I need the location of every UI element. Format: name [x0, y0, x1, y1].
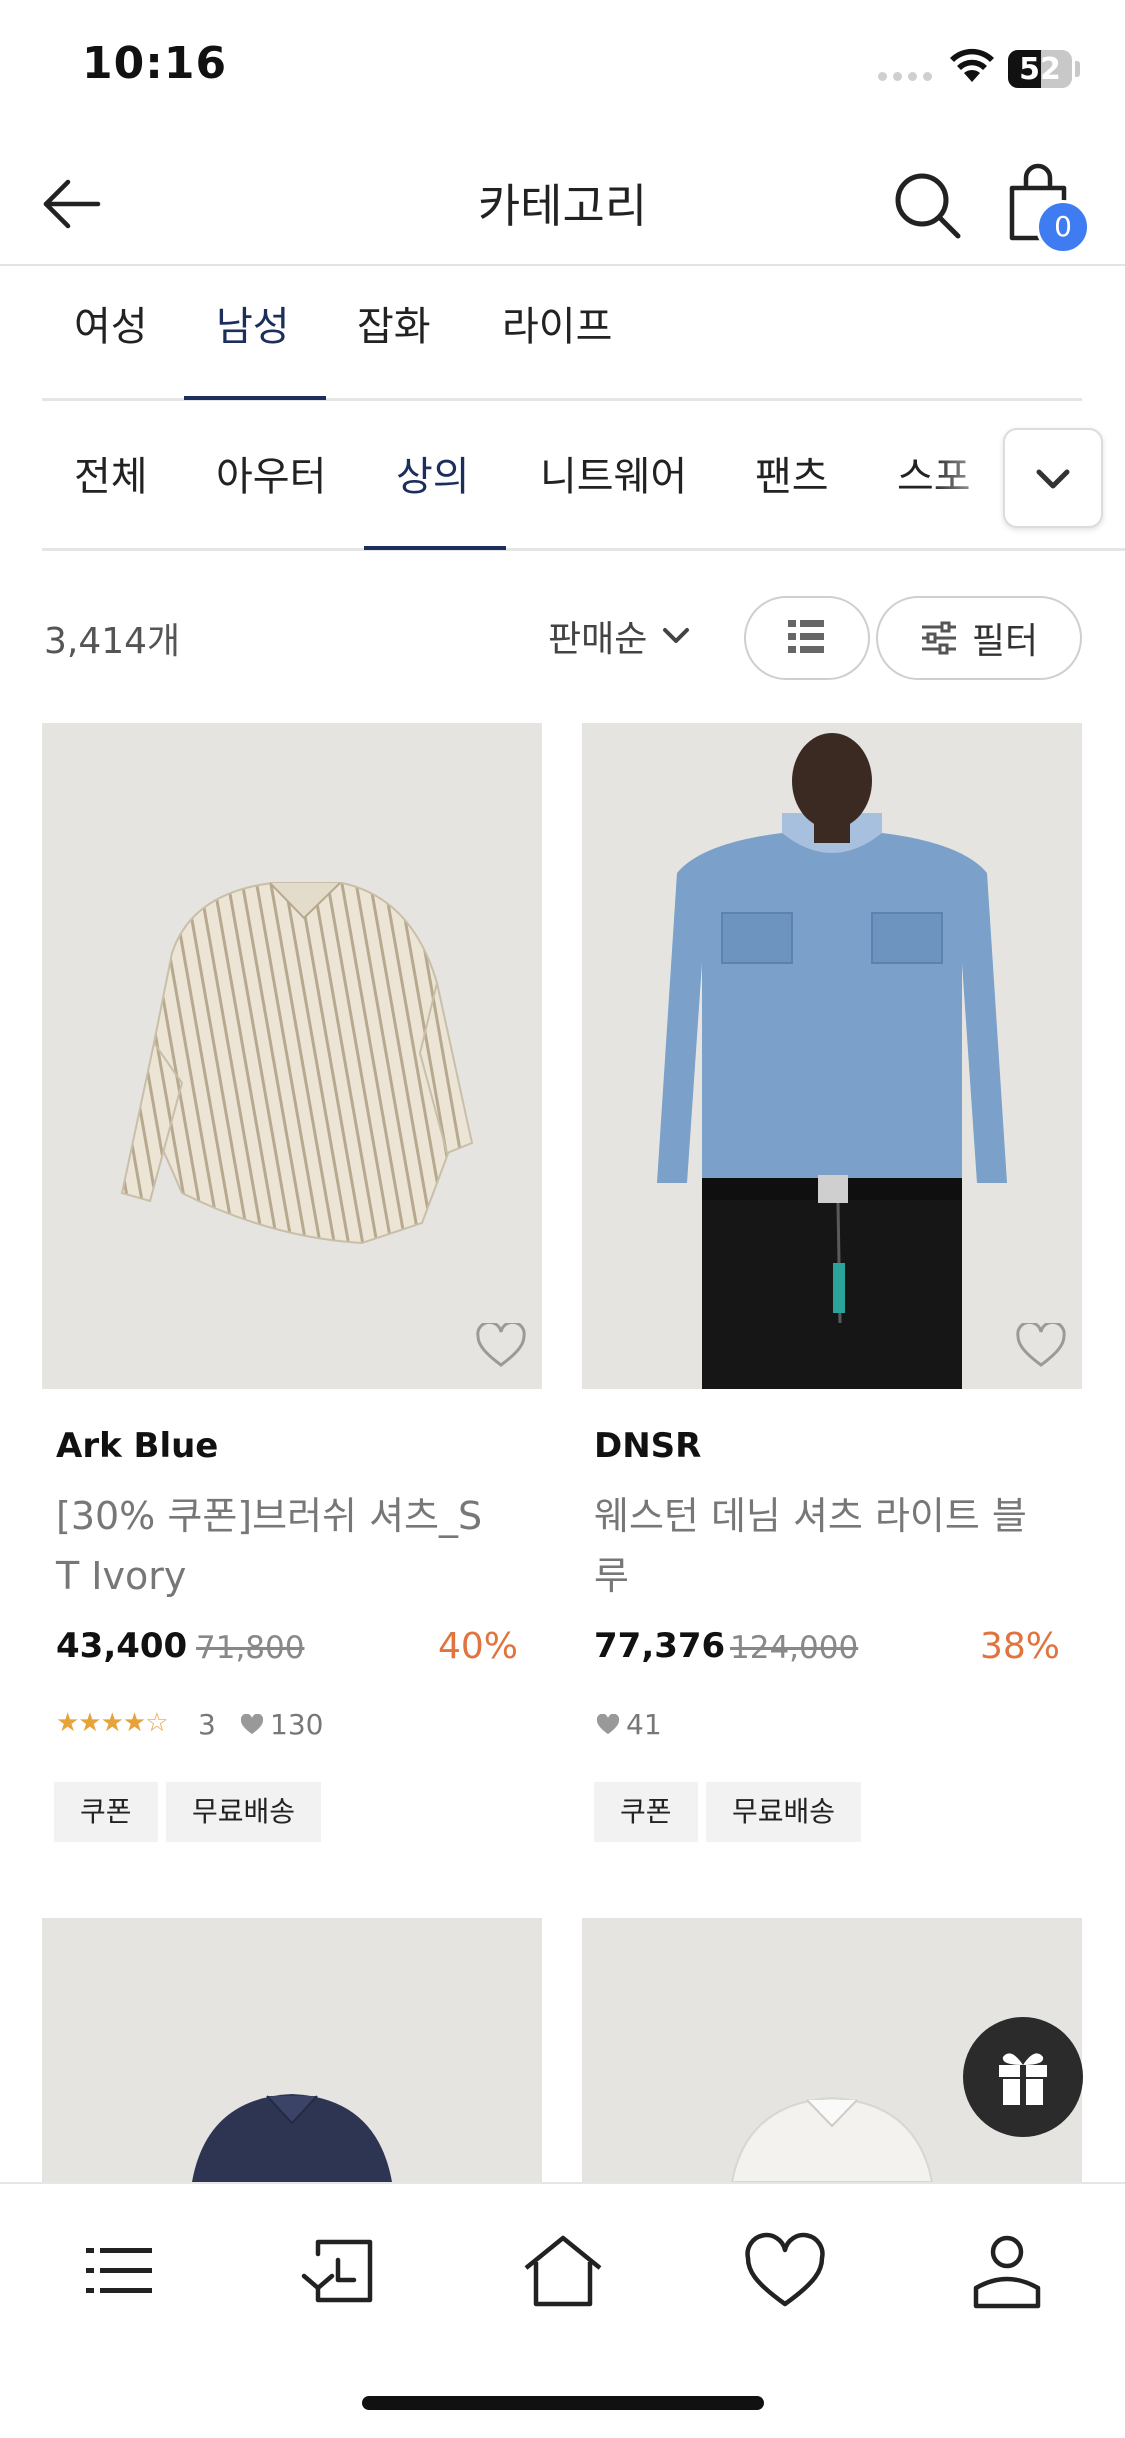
free-shipping-tag: 무료배송	[166, 1782, 322, 1842]
like-count: 130	[270, 1708, 324, 1741]
subtab-tops[interactable]: 상의	[396, 444, 470, 502]
chevron-down-icon	[663, 628, 690, 643]
product-name-line: 루	[594, 1554, 629, 1598]
cellular-signal-icon	[878, 72, 934, 82]
coupon-tag: 쿠폰	[54, 1782, 158, 1842]
like-count: 41	[626, 1708, 662, 1741]
sort-dropdown[interactable]: 판매순	[548, 610, 691, 662]
tab-women[interactable]: 여성	[74, 294, 148, 352]
chevron-down-icon	[1036, 469, 1070, 489]
battery-icon: 52	[1008, 50, 1072, 88]
striped-shirt-photo	[120, 882, 474, 1245]
product-image[interactable]	[582, 723, 1082, 1389]
product-name-line: T Ivory	[56, 1554, 187, 1598]
sliders-icon	[921, 621, 956, 655]
wishlist-heart-icon[interactable]	[476, 1323, 526, 1369]
like-count-group: 41	[596, 1708, 662, 1741]
gift-button[interactable]	[963, 2017, 1083, 2137]
subtab-all[interactable]: 전체	[74, 444, 148, 502]
view-toggle-button[interactable]	[744, 596, 870, 680]
review-count: 3	[198, 1708, 216, 1741]
product-image[interactable]	[42, 723, 542, 1389]
tab-men[interactable]: 남성	[216, 294, 290, 352]
product-name-line: 웨스턴 데님 셔츠 라이트 블	[594, 1494, 1027, 1538]
nav-wishlist-button[interactable]	[740, 2226, 830, 2316]
coupon-tag: 쿠폰	[594, 1782, 698, 1842]
wishlist-heart-icon[interactable]	[1016, 1323, 1066, 1369]
status-time: 10:16	[82, 38, 228, 89]
subtab-pants[interactable]: 팬츠	[755, 444, 829, 502]
battery-level: 52	[1019, 52, 1061, 87]
recent-icon	[301, 2239, 373, 2303]
subtab-knitwear[interactable]: 니트웨어	[540, 444, 687, 502]
filter-label: 필터	[971, 621, 1039, 662]
cart-count-badge: 0	[1036, 200, 1090, 254]
nav-home-button[interactable]	[518, 2226, 608, 2316]
filter-button[interactable]: 필터	[876, 596, 1082, 680]
menu-icon	[86, 2248, 152, 2293]
tab-accessories[interactable]: 잡화	[357, 294, 431, 352]
free-shipping-tag: 무료배송	[706, 1782, 862, 1842]
product-name-line: [30% 쿠폰]브러쉬 셔츠_S	[56, 1494, 483, 1538]
product-brand: Ark Blue	[56, 1426, 219, 1466]
list-view-icon	[788, 620, 824, 653]
subtab-outer[interactable]: 아우터	[216, 444, 326, 502]
nav-menu-button[interactable]	[74, 2226, 164, 2316]
nav-profile-button[interactable]	[962, 2226, 1052, 2316]
heart-icon	[745, 2232, 825, 2307]
subtab-fade	[930, 430, 1010, 530]
search-icon	[895, 173, 961, 239]
like-count-group: 130	[240, 1708, 323, 1741]
active-tab-underline	[184, 396, 326, 400]
heart-icon	[596, 1713, 620, 1734]
discount-rate: 40%	[438, 1626, 519, 1667]
tab-life[interactable]: 라이프	[502, 294, 612, 352]
product-price: 77,376	[594, 1626, 726, 1666]
product-price: 43,400	[56, 1626, 188, 1666]
navy-shirt-photo	[192, 2094, 392, 2182]
gift-icon	[999, 2053, 1047, 2105]
sort-label: 판매순	[548, 619, 648, 660]
home-icon	[524, 2235, 602, 2307]
home-indicator	[362, 2396, 764, 2410]
product-name[interactable]: 웨스턴 데님 셔츠 라이트 블 루	[594, 1486, 1064, 1606]
rating-stars: ★★★★☆	[56, 1708, 169, 1738]
subtab-divider	[42, 548, 1125, 551]
wifi-icon	[950, 48, 994, 82]
product-image[interactable]	[42, 1918, 542, 2182]
search-button[interactable]	[890, 168, 964, 242]
discount-rate: 38%	[980, 1626, 1061, 1667]
nav-recent-button[interactable]	[296, 2226, 386, 2316]
heart-icon	[240, 1713, 264, 1734]
result-count: 3,414개	[44, 621, 181, 662]
battery-cap	[1075, 61, 1080, 77]
product-brand: DNSR	[594, 1426, 702, 1466]
denim-shirt-model-photo	[657, 733, 1007, 1389]
active-subtab-underline	[364, 546, 506, 550]
product-name[interactable]: [30% 쿠폰]브러쉬 셔츠_S T Ivory	[56, 1486, 526, 1606]
expand-categories-button[interactable]	[1003, 428, 1103, 528]
original-price: 71,800	[196, 1630, 305, 1666]
profile-icon	[973, 2235, 1041, 2309]
original-price: 124,000	[730, 1630, 859, 1666]
header-divider	[0, 264, 1125, 266]
